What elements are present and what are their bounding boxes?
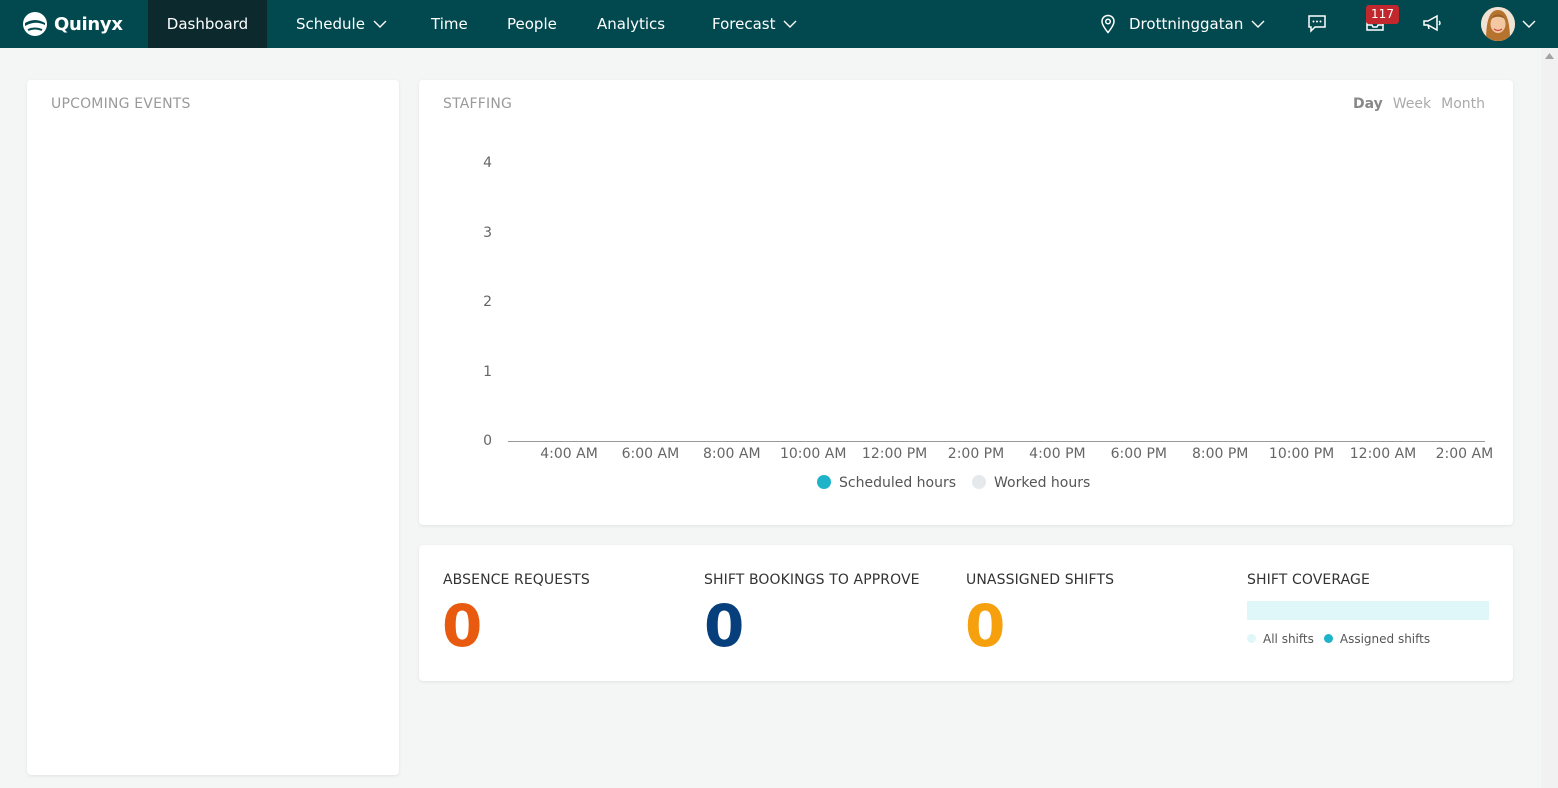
- x-axis-tick-label: 2:00 AM: [1435, 446, 1494, 462]
- avatar[interactable]: [1481, 7, 1515, 41]
- x-axis-tick-label: 4:00 PM: [1029, 446, 1086, 462]
- nav-time[interactable]: Time: [431, 0, 468, 48]
- chevron-down-icon: [373, 20, 387, 28]
- nav-people-label: People: [507, 15, 557, 33]
- y-axis-tick-label: 3: [483, 224, 492, 241]
- staffing-card: STAFFING Day Week Month 0 1 2 3 4 4:00 AM 6:00…: [419, 80, 1513, 525]
- x-axis-tick-label: 10:00 PM: [1268, 446, 1335, 462]
- x-axis-line: [508, 441, 1485, 442]
- nav-forecast-label: Forecast: [712, 15, 776, 33]
- x-axis-tick-label: 12:00 PM: [861, 446, 928, 462]
- y-axis-tick-label: 1: [483, 363, 492, 380]
- x-axis-tick-label: 4:00 AM: [540, 446, 598, 462]
- nav-dashboard-label: Dashboard: [166, 15, 249, 33]
- x-axis-tick-label: 6:00 PM: [1110, 446, 1168, 462]
- unassigned-shifts-count[interactable]: 0: [965, 597, 1005, 655]
- y-axis-tick-label: 0: [483, 433, 492, 449]
- location-name: Drottninggatan: [1129, 15, 1244, 33]
- legend-all-shifts: All shifts: [1247, 632, 1314, 646]
- top-navigation-bar: Quinyx Dashboard Schedule Time People An…: [0, 0, 1558, 48]
- chevron-down-icon: [783, 20, 797, 28]
- upcoming-events-card: UPCOMING EVENTS: [27, 80, 399, 775]
- legend-dot-assigned-shifts: [1323, 634, 1333, 643]
- tab-week[interactable]: Week: [1393, 96, 1431, 112]
- x-axis-tick-label: 6:00 AM: [621, 446, 680, 462]
- x-axis-tick-label: 2:00 PM: [947, 446, 1005, 462]
- legend-assigned-shifts: Assigned shifts: [1323, 632, 1431, 646]
- scroll-up-arrow-icon[interactable]: [1545, 53, 1554, 59]
- shift-coverage-title: SHIFT COVERAGE: [1247, 572, 1370, 588]
- legend-scheduled-hours[interactable]: Scheduled hours: [817, 475, 956, 491]
- shift-coverage-legend: All shifts Assigned shifts: [1247, 632, 1430, 646]
- tab-day[interactable]: Day: [1353, 96, 1383, 112]
- chevron-down-icon: [1251, 20, 1265, 28]
- brand-name: Quinyx: [54, 13, 123, 35]
- legend-label-assigned-shifts: Assigned shifts: [1339, 632, 1431, 646]
- x-axis-tick-label: 10:00 AM: [779, 446, 847, 462]
- absence-requests-count[interactable]: 0: [442, 597, 482, 655]
- upcoming-events-title: UPCOMING EVENTS: [51, 96, 191, 112]
- nav-forecast[interactable]: Forecast: [712, 0, 797, 48]
- x-axis-tick-label: 8:00 AM: [703, 446, 761, 462]
- megaphone-icon[interactable]: [1421, 12, 1443, 34]
- nav-analytics-label: Analytics: [597, 15, 666, 33]
- shift-bookings-title: SHIFT BOOKINGS TO APPROVE: [704, 572, 920, 588]
- legend-worked-hours[interactable]: Worked hours: [972, 475, 1090, 491]
- kpi-card: ABSENCE REQUESTS 0 SHIFT BOOKINGS TO APP…: [419, 545, 1513, 681]
- shift-bookings-count[interactable]: 0: [704, 597, 744, 655]
- chart-legend: Scheduled hours Worked hours: [817, 475, 1090, 491]
- legend-dot-all-shifts: [1247, 634, 1256, 643]
- tab-month[interactable]: Month: [1441, 96, 1485, 112]
- map-pin-icon: [1101, 14, 1115, 34]
- legend-dot-worked: [972, 475, 987, 489]
- quinyx-logo[interactable]: Quinyx: [22, 11, 123, 37]
- y-axis-tick-label: 2: [483, 294, 492, 310]
- legend-dot-scheduled: [817, 475, 831, 489]
- user-photo-icon: [1481, 7, 1515, 41]
- location-selector[interactable]: Drottninggatan: [1098, 0, 1265, 48]
- legend-label-worked: Worked hours: [994, 475, 1091, 491]
- nav-dashboard[interactable]: Dashboard: [148, 0, 267, 48]
- staffing-title: STAFFING: [443, 96, 513, 112]
- chat-icon[interactable]: [1306, 12, 1328, 34]
- unassigned-shifts-title: UNASSIGNED SHIFTS: [966, 572, 1115, 588]
- x-axis-tick-label: 8:00 PM: [1191, 446, 1249, 462]
- shift-coverage-bar: [1247, 601, 1489, 620]
- absence-requests-title: ABSENCE REQUESTS: [443, 572, 590, 588]
- chevron-down-icon[interactable]: [1522, 20, 1536, 28]
- page-scrollbar[interactable]: [1541, 48, 1558, 788]
- x-axis-tick-label: 12:00 AM: [1349, 446, 1417, 462]
- nav-schedule[interactable]: Schedule: [296, 0, 387, 48]
- time-range-tabs: Day Week Month: [1353, 96, 1485, 112]
- inbox-count-badge: 117: [1366, 5, 1399, 24]
- y-axis-tick-label: 4: [483, 155, 492, 171]
- quinyx-logo-icon: [23, 12, 47, 36]
- nav-analytics[interactable]: Analytics: [597, 0, 665, 48]
- legend-label-all-shifts: All shifts: [1263, 632, 1314, 646]
- nav-people[interactable]: People: [507, 0, 557, 48]
- nav-schedule-label: Schedule: [296, 15, 365, 33]
- nav-time-label: Time: [431, 15, 468, 33]
- legend-label-scheduled: Scheduled hours: [839, 475, 957, 491]
